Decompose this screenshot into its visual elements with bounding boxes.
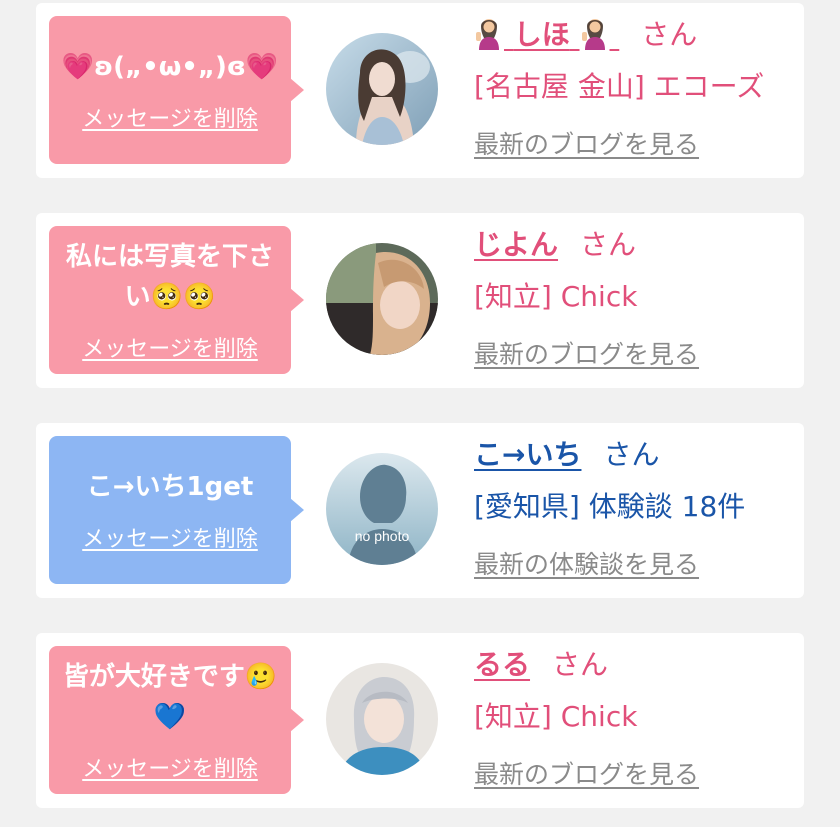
latest-blog-link[interactable]: 最新のブログを見る [474,755,794,791]
honorific: さん [552,648,609,681]
name-line: しほ さん [474,13,794,57]
latest-blog-link[interactable]: 最新のブログを見る [474,125,794,161]
review-info: [愛知県] 体験談 18件 [474,490,746,523]
shop-info: [知立] Chick [474,700,638,733]
message-text: 皆が大好きです🥲💙 [62,662,278,732]
latest-review-link[interactable]: 最新の体験談を見る [474,545,794,581]
name-line: こ→いち さん [474,433,794,477]
profile-name-link[interactable]: るる [474,648,530,681]
profile-info: じよん さん [知立] Chick 最新のブログを見る [474,223,794,371]
message-bubble: 皆が大好きです🥲💙 メッセージを削除 [49,646,304,794]
no-photo-label: no photo [355,528,410,544]
shop-info: [名古屋 金山] エコーズ [474,70,765,103]
message-bubble: 💗ʚ(„•ω•„)ɞ💗 メッセージを削除 [49,16,304,164]
message-card: こ→いち1get メッセージを削除 no photo こ→いち さん [愛知県] … [36,423,804,598]
message-card: 皆が大好きです🥲💙 メッセージを削除 るる さん [知立] Chick 最新のブロ… [36,633,804,808]
woman-emoji-icon [580,16,610,50]
woman-emoji-icon [474,16,504,50]
profile-name-link[interactable]: しほ [474,18,619,51]
profile-name-link[interactable]: こ→いち [474,438,581,471]
honorific: さん [580,228,637,261]
avatar[interactable] [326,33,438,145]
message-card: 💗ʚ(„•ω•„)ɞ💗 メッセージを削除 しほ さん [名古屋 金山] エコーズ… [36,3,804,178]
name-line: るる さん [474,643,794,687]
message-bubble: こ→いち1get メッセージを削除 [49,436,304,584]
delete-message-link[interactable]: メッセージを削除 [82,331,258,363]
message-text: こ→いち1get [86,472,254,502]
message-text: 私には写真を下さい🥺🥺 [65,242,274,312]
honorific: さん [641,18,698,51]
message-text: 💗ʚ(„•ω•„)ɞ💗 [61,52,279,82]
latest-blog-link[interactable]: 最新のブログを見る [474,335,794,371]
name-line: じよん さん [474,223,794,267]
delete-message-link[interactable]: メッセージを削除 [82,101,258,133]
profile-info: しほ さん [名古屋 金山] エコーズ 最新のブログを見る [474,13,794,161]
delete-message-link[interactable]: メッセージを削除 [82,751,258,783]
avatar[interactable]: no photo [326,453,438,565]
profile-name-link[interactable]: じよん [474,228,558,261]
shop-info: [知立] Chick [474,280,638,313]
profile-info: るる さん [知立] Chick 最新のブログを見る [474,643,794,791]
message-feed: 💗ʚ(„•ω•„)ɞ💗 メッセージを削除 しほ さん [名古屋 金山] エコーズ… [0,0,840,827]
message-card: 私には写真を下さい🥺🥺 メッセージを削除 じよん さん [知立] Chick 最新… [36,213,804,388]
profile-info: こ→いち さん [愛知県] 体験談 18件 最新の体験談を見る [474,433,794,581]
delete-message-link[interactable]: メッセージを削除 [82,521,258,553]
message-bubble: 私には写真を下さい🥺🥺 メッセージを削除 [49,226,304,374]
avatar[interactable] [326,243,438,355]
honorific: さん [603,438,660,471]
avatar[interactable] [326,663,438,775]
